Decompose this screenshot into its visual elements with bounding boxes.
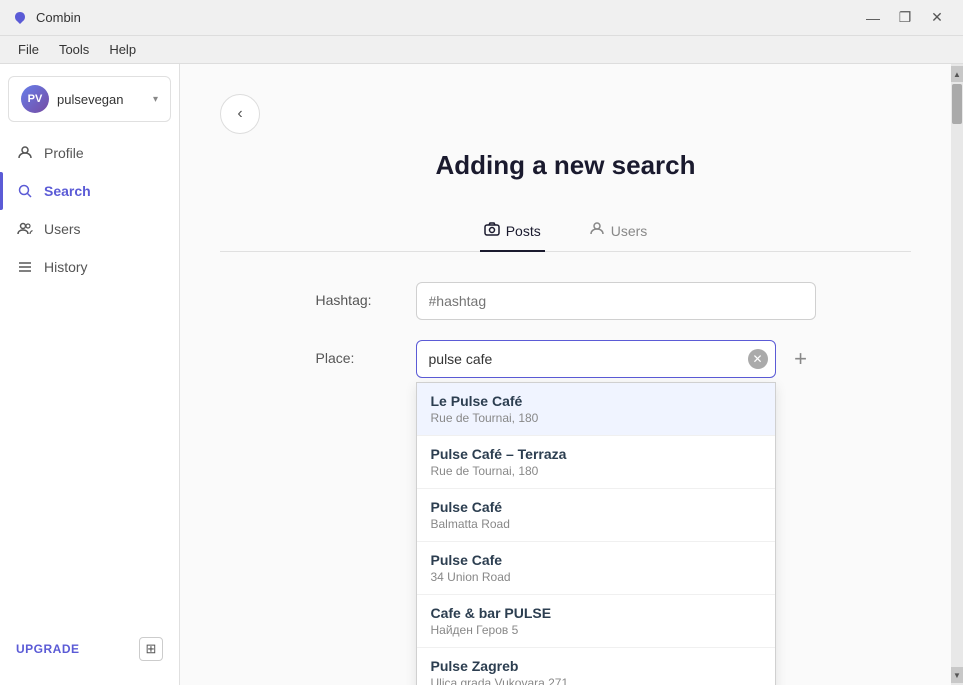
title-bar: Combin — ❐ ✕ [0,0,963,36]
upgrade-button[interactable]: UPGRADE [16,642,80,656]
place-label: Place: [316,340,416,366]
tab-users-label: Users [611,223,648,239]
profile-icon [16,144,34,162]
search-icon [16,182,34,200]
hashtag-row: Hashtag: [316,282,816,320]
sidebar: PV pulsevegan ▾ Profile Search [0,64,180,685]
upgrade-icon-button[interactable]: ⊞ [139,637,163,661]
dropdown-item-3[interactable]: Pulse Cafe 34 Union Road [417,542,775,595]
chevron-down-icon: ▾ [153,94,158,105]
dropdown-item-addr-4: Найден Геров 5 [431,623,761,637]
clear-place-button[interactable]: ✕ [748,349,768,369]
content-area: ‹ Adding a new search Posts [180,64,951,685]
place-input-wrap: ✕ Le Pulse Café Rue de Tournai, 180 Puls… [416,340,776,378]
page-title: Adding a new search [220,150,911,181]
dropdown-item-addr-5: Ulica grada Vukovara 271 [431,676,761,685]
scroll-up-button[interactable]: ▲ [951,66,963,82]
scrollbar-track [951,82,963,667]
dropdown-item-1[interactable]: Pulse Café – Terraza Rue de Tournai, 180 [417,436,775,489]
app-title: Combin [36,10,859,25]
menu-tools[interactable]: Tools [49,38,99,61]
menu-file[interactable]: File [8,38,49,61]
sidebar-label-profile: Profile [44,145,84,161]
place-input[interactable] [416,340,776,378]
close-button[interactable]: ✕ [923,8,951,28]
dropdown-item-addr-1: Rue de Tournai, 180 [431,464,761,478]
camera-icon [484,221,500,240]
dropdown-item-name-2: Pulse Café [431,499,761,515]
scrollbar[interactable]: ▲ ▼ [951,64,963,685]
app-icon [12,10,28,26]
sidebar-label-history: History [44,259,88,275]
username-label: pulsevegan [57,92,153,107]
dropdown-item-4[interactable]: Cafe & bar PULSE Найден Геров 5 [417,595,775,648]
dropdown-item-name-4: Cafe & bar PULSE [431,605,761,621]
sidebar-item-history[interactable]: History [0,248,179,286]
avatar: PV [21,85,49,113]
hashtag-label: Hashtag: [316,282,416,308]
add-place-button[interactable]: + [786,344,816,374]
sidebar-item-search[interactable]: Search [0,172,179,210]
user-account-button[interactable]: PV pulsevegan ▾ [8,76,171,122]
scrollbar-thumb[interactable] [952,84,962,124]
window-controls: — ❐ ✕ [859,8,951,28]
dropdown-item-name-3: Pulse Cafe [431,552,761,568]
tab-posts[interactable]: Posts [480,211,545,252]
hashtag-input-wrap [416,282,816,320]
sidebar-item-profile[interactable]: Profile [0,134,179,172]
dropdown-item-0[interactable]: Le Pulse Café Rue de Tournai, 180 [417,383,775,436]
app-body: PV pulsevegan ▾ Profile Search [0,64,963,685]
sidebar-label-users: Users [44,221,81,237]
main-row: ‹ Adding a new search Posts [180,64,963,685]
user-tab-icon [589,221,605,240]
sidebar-item-users[interactable]: Users [0,210,179,248]
menu-help[interactable]: Help [99,38,146,61]
place-row: Place: ✕ Le Pulse Café Rue de Tournai, 1… [316,340,816,378]
place-dropdown: Le Pulse Café Rue de Tournai, 180 Pulse … [416,382,776,685]
dropdown-item-name-0: Le Pulse Café [431,393,761,409]
sidebar-label-search: Search [44,183,91,199]
hashtag-input[interactable] [416,282,816,320]
form-area: Hashtag: Place: ✕ [316,282,816,398]
menu-bar: File Tools Help [0,36,963,64]
users-icon [16,220,34,238]
dropdown-item-name-1: Pulse Café – Terraza [431,446,761,462]
dropdown-item-addr-0: Rue de Tournai, 180 [431,411,761,425]
main-content: ‹ Adding a new search Posts [180,64,951,685]
dropdown-item-name-5: Pulse Zagreb [431,658,761,674]
tabs: Posts Users [220,211,911,252]
dropdown-item-5[interactable]: Pulse Zagreb Ulica grada Vukovara 271 [417,648,775,685]
dropdown-item-2[interactable]: Pulse Café Balmatta Road [417,489,775,542]
tab-users[interactable]: Users [585,211,652,252]
scroll-down-button[interactable]: ▼ [951,667,963,683]
maximize-button[interactable]: ❐ [891,8,919,28]
sidebar-bottom: UPGRADE ⊞ [0,625,179,673]
dropdown-item-addr-3: 34 Union Road [431,570,761,584]
tab-posts-label: Posts [506,223,541,239]
dropdown-item-addr-2: Balmatta Road [431,517,761,531]
back-button[interactable]: ‹ [220,94,260,134]
minimize-button[interactable]: — [859,8,887,28]
history-icon [16,258,34,276]
